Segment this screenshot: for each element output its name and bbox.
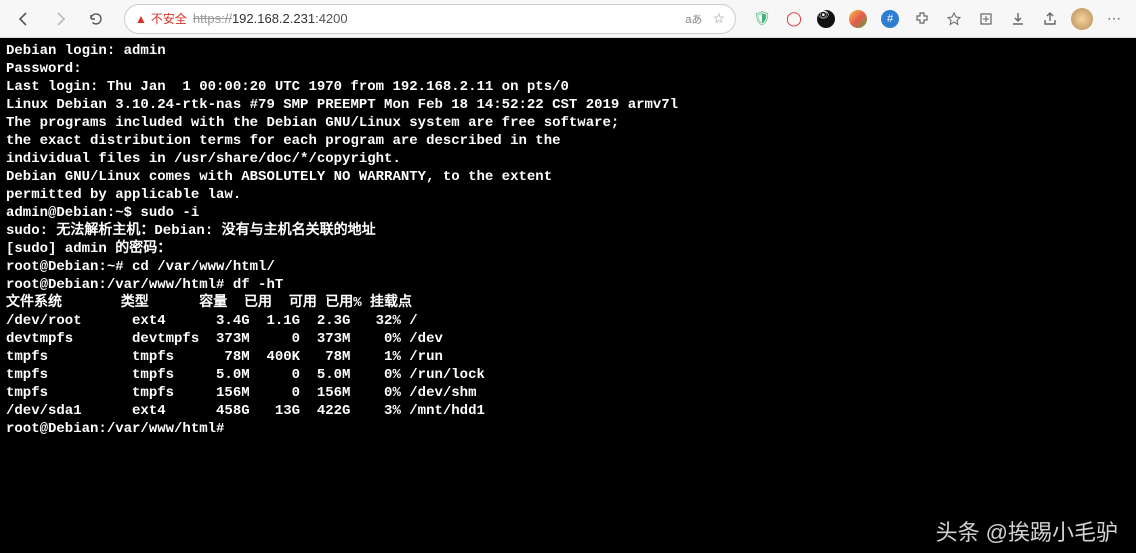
back-button[interactable] [8, 3, 40, 35]
terminal-line: tmpfs tmpfs 156M 0 156M 0% /dev/shm [6, 384, 1130, 402]
terminal-line: /dev/sda1 ext4 458G 13G 422G 3% /mnt/hdd… [6, 402, 1130, 420]
terminal-line: [sudo] admin 的密码： [6, 240, 1130, 258]
terminal-line: 文件系统 类型 容量 已用 可用 已用% 挂载点 [6, 294, 1130, 312]
terminal-line: the exact distribution terms for each pr… [6, 132, 1130, 150]
terminal-line: Debian GNU/Linux comes with ABSOLUTELY N… [6, 168, 1130, 186]
favorite-button[interactable]: ☆ [712, 10, 725, 27]
terminal-line: tmpfs tmpfs 78M 400K 78M 1% /run [6, 348, 1130, 366]
share-icon[interactable] [1036, 5, 1064, 33]
security-label: 不安全 [151, 10, 187, 27]
favorites-icon[interactable] [940, 5, 968, 33]
terminal-line: sudo: 无法解析主机：Debian: 没有与主机名关联的地址 [6, 222, 1130, 240]
address-bar[interactable]: ▲ 不安全 https://192.168.2.231:4200 aあ ☆ [124, 4, 736, 34]
url-prefix: https:// [193, 11, 232, 26]
terminal-line: individual files in /usr/share/doc/*/cop… [6, 150, 1130, 168]
extension-bar: 🛡 ◯ 👁 # ⋯ [748, 5, 1128, 33]
terminal-line: Last login: Thu Jan 1 00:00:20 UTC 1970 … [6, 78, 1130, 96]
idm-icon[interactable] [844, 5, 872, 33]
terminal-line: Linux Debian 3.10.24-rtk-nas #79 SMP PRE… [6, 96, 1130, 114]
terminal-line: /dev/root ext4 3.4G 1.1G 2.3G 32% / [6, 312, 1130, 330]
watermark: 头条 @挨踢小毛驴 [936, 515, 1118, 547]
terminal-line: root@Debian:/var/www/html# [6, 420, 1130, 438]
collections-icon[interactable] [972, 5, 1000, 33]
downloads-icon[interactable] [1004, 5, 1032, 33]
adblock-icon[interactable]: 🛡 [748, 5, 776, 33]
extensions-menu-icon[interactable] [908, 5, 936, 33]
terminal-line: Debian login: admin [6, 42, 1130, 60]
terminal-line: Password: [6, 60, 1130, 78]
forward-button[interactable] [44, 3, 76, 35]
terminal-line: root@Debian:~# cd /var/www/html/ [6, 258, 1130, 276]
browser-toolbar: ▲ 不安全 https://192.168.2.231:4200 aあ ☆ 🛡 … [0, 0, 1136, 38]
dark-reader-icon[interactable]: 👁 [812, 5, 840, 33]
url-text: https://192.168.2.231:4200 [193, 11, 348, 26]
terminal-line: root@Debian:/var/www/html# df -hT [6, 276, 1130, 294]
url-host: 192.168.2.231 [232, 11, 315, 26]
terminal-line: The programs included with the Debian GN… [6, 114, 1130, 132]
translate-badge[interactable]: aあ [681, 10, 706, 28]
url-port: :4200 [315, 11, 348, 26]
terminal-output[interactable]: Debian login: adminPassword:Last login: … [0, 38, 1136, 553]
security-badge: ▲ 不安全 [135, 10, 187, 27]
terminal-line: tmpfs tmpfs 5.0M 0 5.0M 0% /run/lock [6, 366, 1130, 384]
more-menu-icon[interactable]: ⋯ [1100, 5, 1128, 33]
warning-icon: ▲ [135, 12, 147, 26]
refresh-button[interactable] [80, 3, 112, 35]
terminal-line: devtmpfs devtmpfs 373M 0 373M 0% /dev [6, 330, 1130, 348]
terminal-line: permitted by applicable law. [6, 186, 1130, 204]
opera-icon[interactable]: ◯ [780, 5, 808, 33]
watermark-icon: 头条 [936, 515, 980, 547]
terminal-line: admin@Debian:~$ sudo -i [6, 204, 1130, 222]
watermark-text: @挨踢小毛驴 [986, 515, 1118, 547]
profile-avatar[interactable] [1068, 5, 1096, 33]
hash-extension-icon[interactable]: # [876, 5, 904, 33]
